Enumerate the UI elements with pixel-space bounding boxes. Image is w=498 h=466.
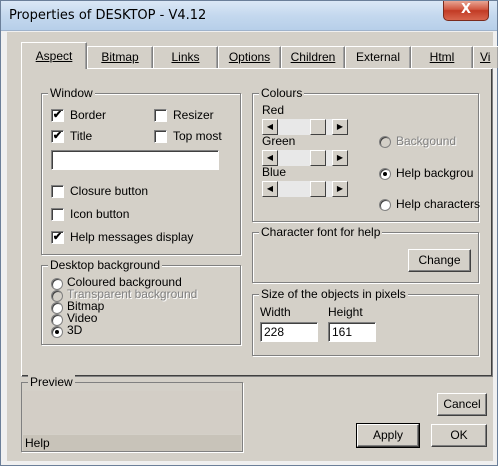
- title-bar[interactable]: Properties of DESKTOP - V4.12 X: [1, 1, 497, 31]
- window-title-field[interactable]: [51, 150, 219, 170]
- title-checkbox[interactable]: ✔: [51, 130, 64, 143]
- title-label: Title: [70, 129, 93, 143]
- tab-children-label: Children: [290, 50, 336, 64]
- video-radio[interactable]: [51, 314, 63, 326]
- blue-slider[interactable]: ◀ ▶: [262, 181, 348, 197]
- background-target-radio: [379, 136, 391, 148]
- preview-area: [23, 391, 241, 434]
- tab-bitmap-label: Bitmap: [101, 50, 139, 64]
- colours-group: Colours Red ◀ ▶ Green ◀ ▶ Blue ◀ ▶ Backg…: [252, 86, 481, 222]
- preview-help-strip: Help: [23, 435, 241, 451]
- icon-button-checkbox[interactable]: [51, 208, 64, 221]
- character-font-group: Character font for help Change: [252, 225, 479, 283]
- tab-external[interactable]: External: [345, 46, 411, 68]
- width-label: Width: [260, 305, 291, 319]
- help-background-target-radio[interactable]: [379, 168, 391, 180]
- green-left-arrow-icon[interactable]: ◀: [262, 150, 278, 166]
- help-messages-label: Help messages display: [70, 230, 194, 244]
- top-most-checkbox[interactable]: [154, 130, 167, 143]
- blue-slider-thumb[interactable]: [310, 181, 326, 197]
- tab-external-label: External: [355, 50, 401, 64]
- green-slider-thumb[interactable]: [310, 150, 326, 166]
- size-group: Size of the objects in pixels Width 228 …: [252, 287, 479, 356]
- tab-vi[interactable]: Vi: [473, 46, 498, 68]
- change-font-button[interactable]: Change: [408, 249, 471, 272]
- help-characters-target-label: Help characters: [396, 197, 481, 211]
- properties-dialog: Properties of DESKTOP - V4.12 X Aspect B…: [0, 0, 498, 466]
- character-font-label: Character font for help: [259, 225, 383, 239]
- icon-button-label: Icon button: [70, 207, 130, 221]
- border-checkbox[interactable]: ✔: [51, 109, 64, 122]
- resizer-label: Resizer: [173, 108, 214, 122]
- red-left-arrow-icon[interactable]: ◀: [262, 119, 278, 135]
- dialog-client-area: Aspect Bitmap Links Options Children Ext…: [7, 32, 498, 461]
- colours-label: Colours: [259, 86, 305, 100]
- tab-strip: Aspect Bitmap Links Options Children Ext…: [21, 42, 498, 69]
- red-slider[interactable]: ◀ ▶: [262, 119, 348, 135]
- size-group-label: Size of the objects in pixels: [259, 287, 408, 301]
- aspect-panel: Window ✔ Border Resizer ✔ Title Top most…: [21, 68, 493, 377]
- cancel-button[interactable]: Cancel: [437, 393, 487, 416]
- green-slider[interactable]: ◀ ▶: [262, 150, 348, 166]
- closure-button-checkbox[interactable]: [51, 185, 64, 198]
- tab-html[interactable]: Html: [411, 46, 473, 68]
- height-field[interactable]: 161: [328, 322, 376, 342]
- help-messages-checkbox[interactable]: ✔: [51, 231, 64, 244]
- coloured-background-radio[interactable]: [51, 278, 63, 290]
- window-group-label: Window: [48, 86, 95, 100]
- green-right-arrow-icon[interactable]: ▶: [332, 150, 348, 166]
- 3d-radio[interactable]: [51, 326, 63, 338]
- tab-vi-label: Vi: [480, 50, 491, 64]
- tab-bitmap[interactable]: Bitmap: [87, 46, 153, 68]
- blue-right-arrow-icon[interactable]: ▶: [332, 181, 348, 197]
- red-right-arrow-icon[interactable]: ▶: [332, 119, 348, 135]
- tab-aspect-label: Aspect: [35, 49, 73, 63]
- tab-links[interactable]: Links: [153, 46, 218, 68]
- width-field[interactable]: 228: [260, 322, 318, 342]
- window-group: Window ✔ Border Resizer ✔ Title Top most…: [41, 86, 241, 255]
- desktop-background-label: Desktop background: [48, 258, 163, 272]
- blue-label: Blue: [262, 165, 287, 179]
- tab-children[interactable]: Children: [281, 46, 345, 68]
- ok-button[interactable]: OK: [431, 424, 487, 447]
- red-slider-thumb[interactable]: [310, 119, 326, 135]
- transparent-background-radio: [51, 290, 63, 302]
- tab-options[interactable]: Options: [218, 46, 281, 68]
- border-label: Border: [70, 108, 107, 122]
- help-background-target-label: Help backgrou: [396, 166, 474, 180]
- window-title: Properties of DESKTOP - V4.12: [9, 8, 207, 23]
- red-label: Red: [262, 103, 285, 117]
- tab-aspect[interactable]: Aspect: [21, 42, 87, 69]
- resizer-checkbox[interactable]: [154, 109, 167, 122]
- close-button[interactable]: X: [443, 1, 489, 21]
- tab-links-label: Links: [171, 50, 200, 64]
- top-most-label: Top most: [173, 129, 222, 143]
- 3d-label: 3D: [67, 323, 83, 337]
- preview-label: Preview: [28, 375, 75, 389]
- height-label: Height: [328, 305, 363, 319]
- bitmap-radio[interactable]: [51, 302, 63, 314]
- tab-html-label: Html: [429, 50, 455, 64]
- desktop-background-group: Desktop background Coloured background T…: [41, 258, 241, 345]
- background-target-label: Backgound: [396, 134, 457, 148]
- preview-group: Preview Help: [21, 375, 243, 452]
- closure-button-label: Closure button: [70, 184, 149, 198]
- blue-left-arrow-icon[interactable]: ◀: [262, 181, 278, 197]
- green-label: Green: [262, 134, 296, 148]
- apply-button[interactable]: Apply: [356, 423, 420, 448]
- help-characters-target-radio[interactable]: [379, 199, 391, 211]
- tab-options-label: Options: [228, 50, 271, 64]
